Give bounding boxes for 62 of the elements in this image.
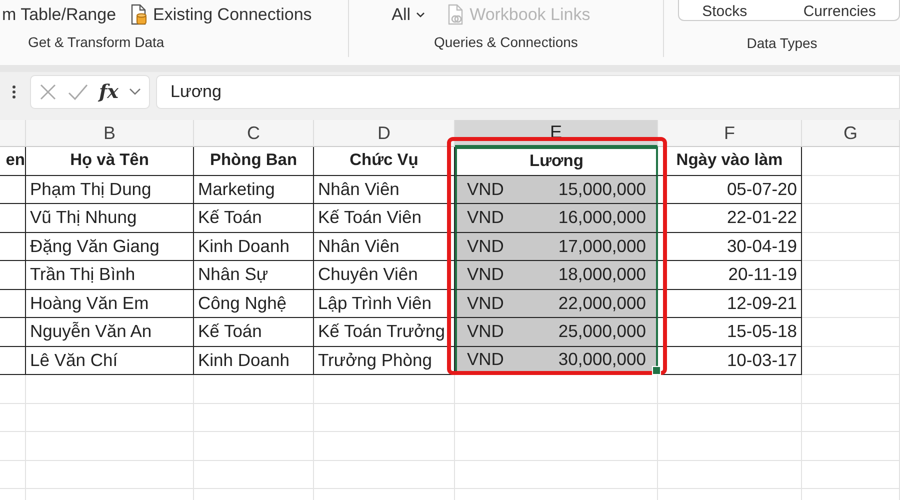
- salary-cell[interactable]: VND 22,000,000: [455, 290, 658, 318]
- empty-cell[interactable]: [0, 290, 26, 318]
- table-cell: Lê Văn Chí: [26, 346, 194, 375]
- table-cell: Trần Thị Bình: [26, 261, 194, 290]
- table-cell: Kế Toán: [194, 204, 314, 232]
- group-label: Data Types: [746, 35, 818, 51]
- table-cell: Nguyễn Văn An: [26, 318, 194, 346]
- check-icon[interactable]: [67, 83, 89, 101]
- column-header[interactable]: F: [658, 120, 802, 147]
- filter-dropdown[interactable]: All: [390, 5, 427, 25]
- close-icon[interactable]: [39, 83, 57, 101]
- table-header-cell: en: [0, 147, 26, 176]
- chevron-down-icon: [416, 12, 425, 18]
- document-link-icon: [446, 4, 465, 26]
- column-header[interactable]: D: [314, 120, 455, 147]
- sheet-corner[interactable]: [0, 120, 26, 147]
- formula-input-field[interactable]: Lương: [156, 75, 900, 109]
- data-type-button[interactable]: Stocks: [698, 3, 752, 20]
- ribbon-button[interactable]: m Table/Range: [0, 5, 118, 25]
- data-type-button[interactable]: Currencies: [799, 3, 880, 20]
- table-cell: Vũ Thị Nhung: [26, 204, 194, 232]
- table-cell: Đặng Văn Giang: [26, 232, 194, 261]
- table-cell: Phạm Thị Dung: [26, 176, 194, 204]
- table-cell: 15-05-18: [658, 318, 802, 346]
- salary-cell[interactable]: VND 25,000,000: [455, 318, 658, 346]
- table-cell: Kinh Doanh: [194, 232, 314, 261]
- table-header-cell: Ngày vào làm: [658, 147, 802, 176]
- insert-function-button[interactable]: fx: [99, 81, 119, 103]
- chevron-down-icon[interactable]: [128, 88, 141, 96]
- table-cell: 22-01-22: [658, 204, 802, 232]
- group-label: Get & Transform Data: [28, 34, 164, 50]
- table-header-cell: Chức Vụ: [314, 147, 455, 176]
- table-cell: Công Nghệ: [194, 290, 314, 318]
- salary-cell[interactable]: VND 18,000,000: [455, 261, 658, 290]
- more-options-icon[interactable]: [12, 84, 16, 100]
- table-header-cell: Phòng Ban: [194, 147, 314, 176]
- table-cell: Kế Toán: [194, 318, 314, 346]
- table-header-cell: Họ và Tên: [26, 147, 194, 176]
- group-label: Queries & Connections: [434, 34, 578, 50]
- empty-cell[interactable]: [0, 261, 26, 290]
- document-database-icon: [130, 4, 148, 26]
- table-cell: Marketing: [194, 176, 314, 204]
- table-cell: Nhân Sự: [194, 261, 314, 290]
- salary-cell[interactable]: VND 15,000,000: [455, 176, 658, 204]
- empty-cell[interactable]: [0, 176, 26, 204]
- empty-cell[interactable]: [0, 346, 26, 375]
- table-cell: 12-09-21: [658, 290, 802, 318]
- table-cell: Hoàng Văn Em: [26, 290, 194, 318]
- existing-connections-button[interactable]: Existing Connections: [128, 4, 314, 26]
- column-header[interactable]: G: [802, 120, 900, 147]
- salary-cell[interactable]: VND 17,000,000: [455, 232, 658, 261]
- table-cell: Kinh Doanh: [194, 346, 314, 375]
- salary-cell[interactable]: VND 16,000,000: [455, 204, 658, 232]
- column-header[interactable]: C: [194, 120, 314, 147]
- fill-handle[interactable]: [652, 366, 661, 375]
- empty-cell[interactable]: [0, 232, 26, 261]
- table-cell: 30-04-19: [658, 232, 802, 261]
- table-cell: 05-07-20: [658, 176, 802, 204]
- empty-cell[interactable]: [0, 318, 26, 346]
- empty-cell[interactable]: [0, 204, 26, 232]
- table-cell: 20-11-19: [658, 261, 802, 290]
- column-header[interactable]: B: [26, 120, 194, 147]
